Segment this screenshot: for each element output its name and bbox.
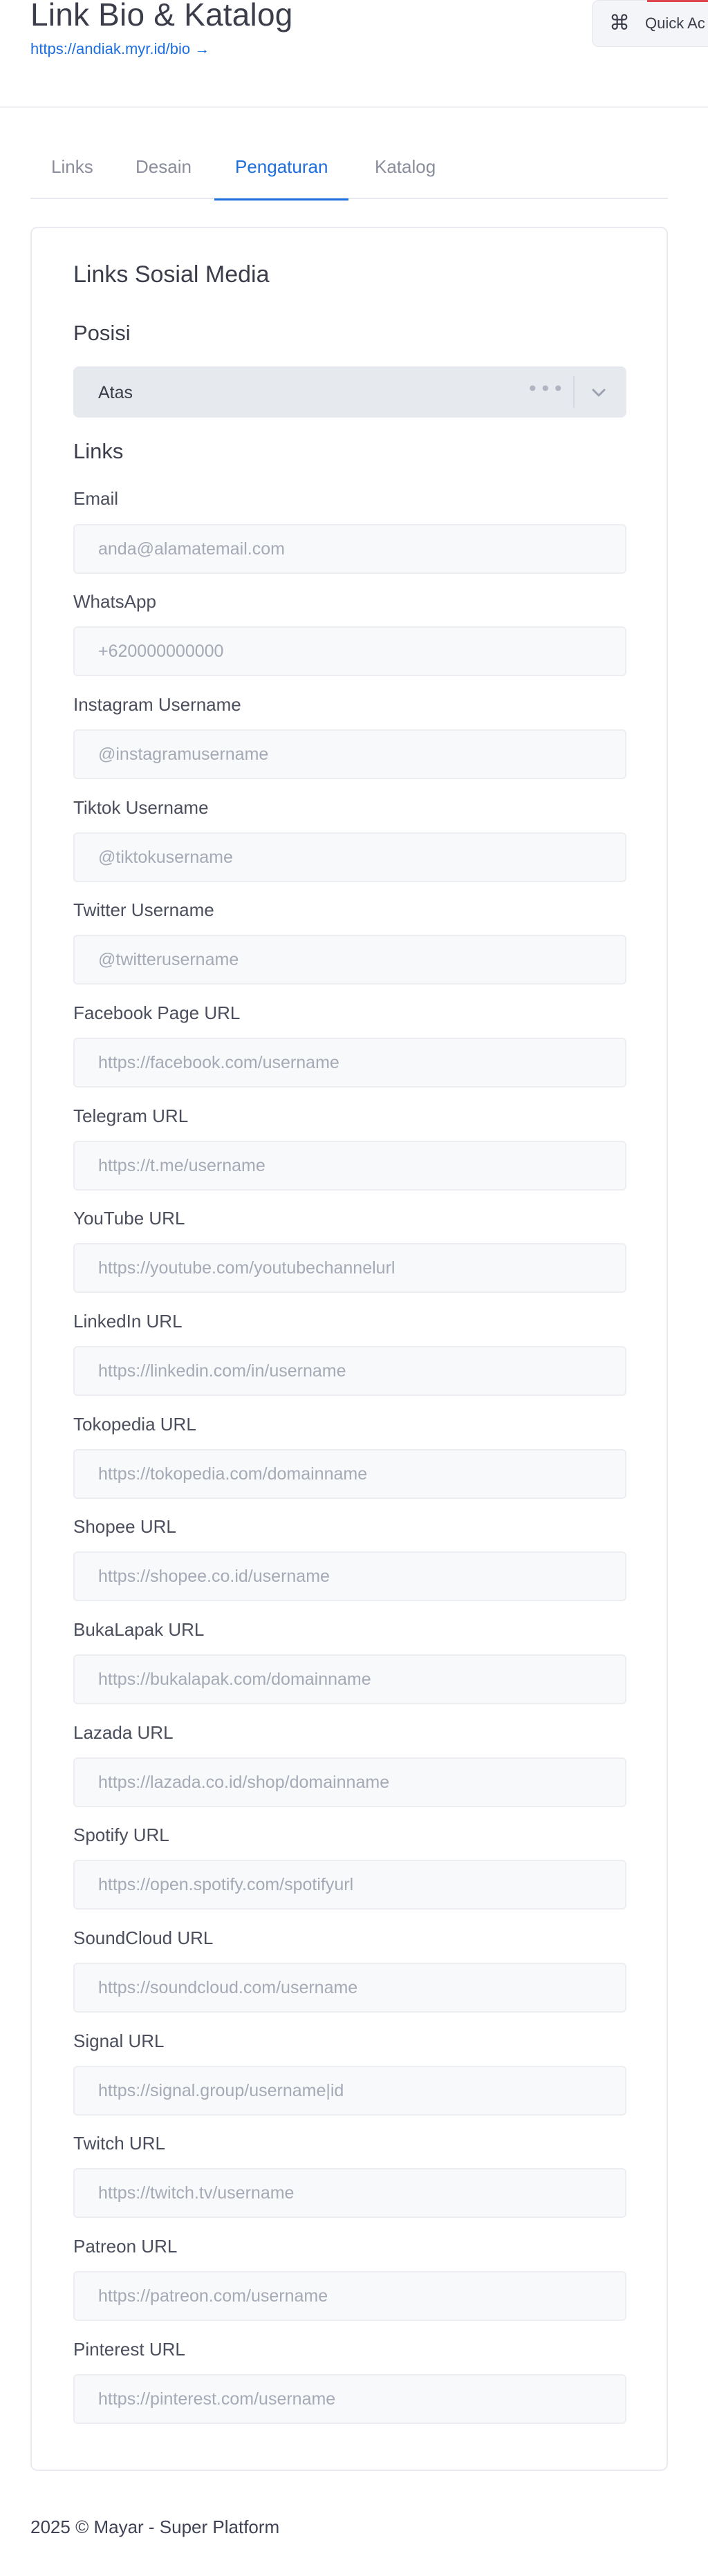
page-header: Link Bio & Katalog https://andiak.myr.id… bbox=[0, 0, 708, 108]
bukalapak-field[interactable] bbox=[73, 1654, 626, 1704]
shopee-field[interactable] bbox=[73, 1551, 626, 1601]
patreon-label: Patreon URL bbox=[73, 2236, 178, 2257]
instagram-field[interactable] bbox=[73, 729, 626, 779]
facebook-field[interactable] bbox=[73, 1038, 626, 1088]
more-icon: ••• bbox=[527, 377, 566, 400]
whatsapp-label: WhatsApp bbox=[73, 591, 156, 612]
soundcloud-field[interactable] bbox=[73, 1963, 626, 2013]
accent-line bbox=[647, 0, 708, 2]
linkedin-label: LinkedIn URL bbox=[73, 1311, 183, 1332]
bio-link[interactable]: https://andiak.myr.id/bio → bbox=[30, 40, 209, 58]
twitter-label: Twitter Username bbox=[73, 899, 214, 920]
tab-desain[interactable]: Desain bbox=[136, 149, 192, 199]
signal-label: Signal URL bbox=[73, 2031, 165, 2051]
tab-katalog[interactable]: Katalog bbox=[375, 149, 436, 199]
twitch-label: Twitch URL bbox=[73, 2133, 165, 2154]
linkedin-field[interactable] bbox=[73, 1346, 626, 1396]
quick-action-button[interactable]: ⌘ Quick Ac bbox=[592, 0, 708, 47]
links-heading: Links bbox=[73, 439, 124, 463]
tab-bar: Links Desain Pengaturan Katalog bbox=[30, 149, 668, 200]
tiktok-field[interactable] bbox=[73, 832, 626, 882]
tab-pengaturan[interactable]: Pengaturan bbox=[214, 149, 350, 200]
youtube-label: YouTube URL bbox=[73, 1208, 185, 1229]
bukalapak-label: BukaLapak URL bbox=[73, 1619, 205, 1640]
telegram-label: Telegram URL bbox=[73, 1105, 189, 1126]
tokopedia-field[interactable] bbox=[73, 1449, 626, 1499]
tiktok-label: Tiktok Username bbox=[73, 797, 209, 818]
spotify-label: Spotify URL bbox=[73, 1824, 169, 1845]
whatsapp-field[interactable] bbox=[73, 626, 626, 676]
position-heading: Posisi bbox=[73, 321, 131, 345]
social-links-card: Links Sosial Media Posisi Atas ••• Links… bbox=[30, 227, 668, 2471]
youtube-field[interactable] bbox=[73, 1243, 626, 1293]
soundcloud-label: SoundCloud URL bbox=[73, 1928, 214, 1948]
pinterest-label: Pinterest URL bbox=[73, 2339, 185, 2360]
select-divider bbox=[573, 376, 575, 408]
command-icon: ⌘ bbox=[609, 11, 630, 35]
pinterest-field[interactable] bbox=[73, 2374, 626, 2424]
signal-field[interactable] bbox=[73, 2066, 626, 2116]
chevron-down-icon[interactable] bbox=[588, 382, 610, 404]
twitch-field[interactable] bbox=[73, 2168, 626, 2218]
email-field[interactable] bbox=[73, 524, 626, 574]
instagram-label: Instagram Username bbox=[73, 694, 241, 715]
telegram-field[interactable] bbox=[73, 1141, 626, 1191]
tab-links[interactable]: Links bbox=[51, 149, 93, 199]
card-title: Links Sosial Media bbox=[73, 261, 270, 288]
page-title: Link Bio & Katalog bbox=[30, 0, 293, 32]
patreon-field[interactable] bbox=[73, 2271, 626, 2321]
tokopedia-label: Tokopedia URL bbox=[73, 1414, 196, 1435]
footer-text: 2025 © Mayar - Super Platform bbox=[30, 2517, 280, 2537]
shopee-label: Shopee URL bbox=[73, 1516, 176, 1537]
lazada-label: Lazada URL bbox=[73, 1722, 174, 1743]
spotify-field[interactable] bbox=[73, 1860, 626, 1910]
position-select-value: Atas bbox=[98, 383, 133, 402]
facebook-label: Facebook Page URL bbox=[73, 1002, 241, 1023]
email-label: Email bbox=[73, 488, 119, 509]
position-select[interactable]: Atas ••• bbox=[73, 366, 626, 418]
twitter-field[interactable] bbox=[73, 935, 626, 984]
quick-action-label: Quick Ac bbox=[645, 15, 705, 32]
lazada-field[interactable] bbox=[73, 1757, 626, 1807]
